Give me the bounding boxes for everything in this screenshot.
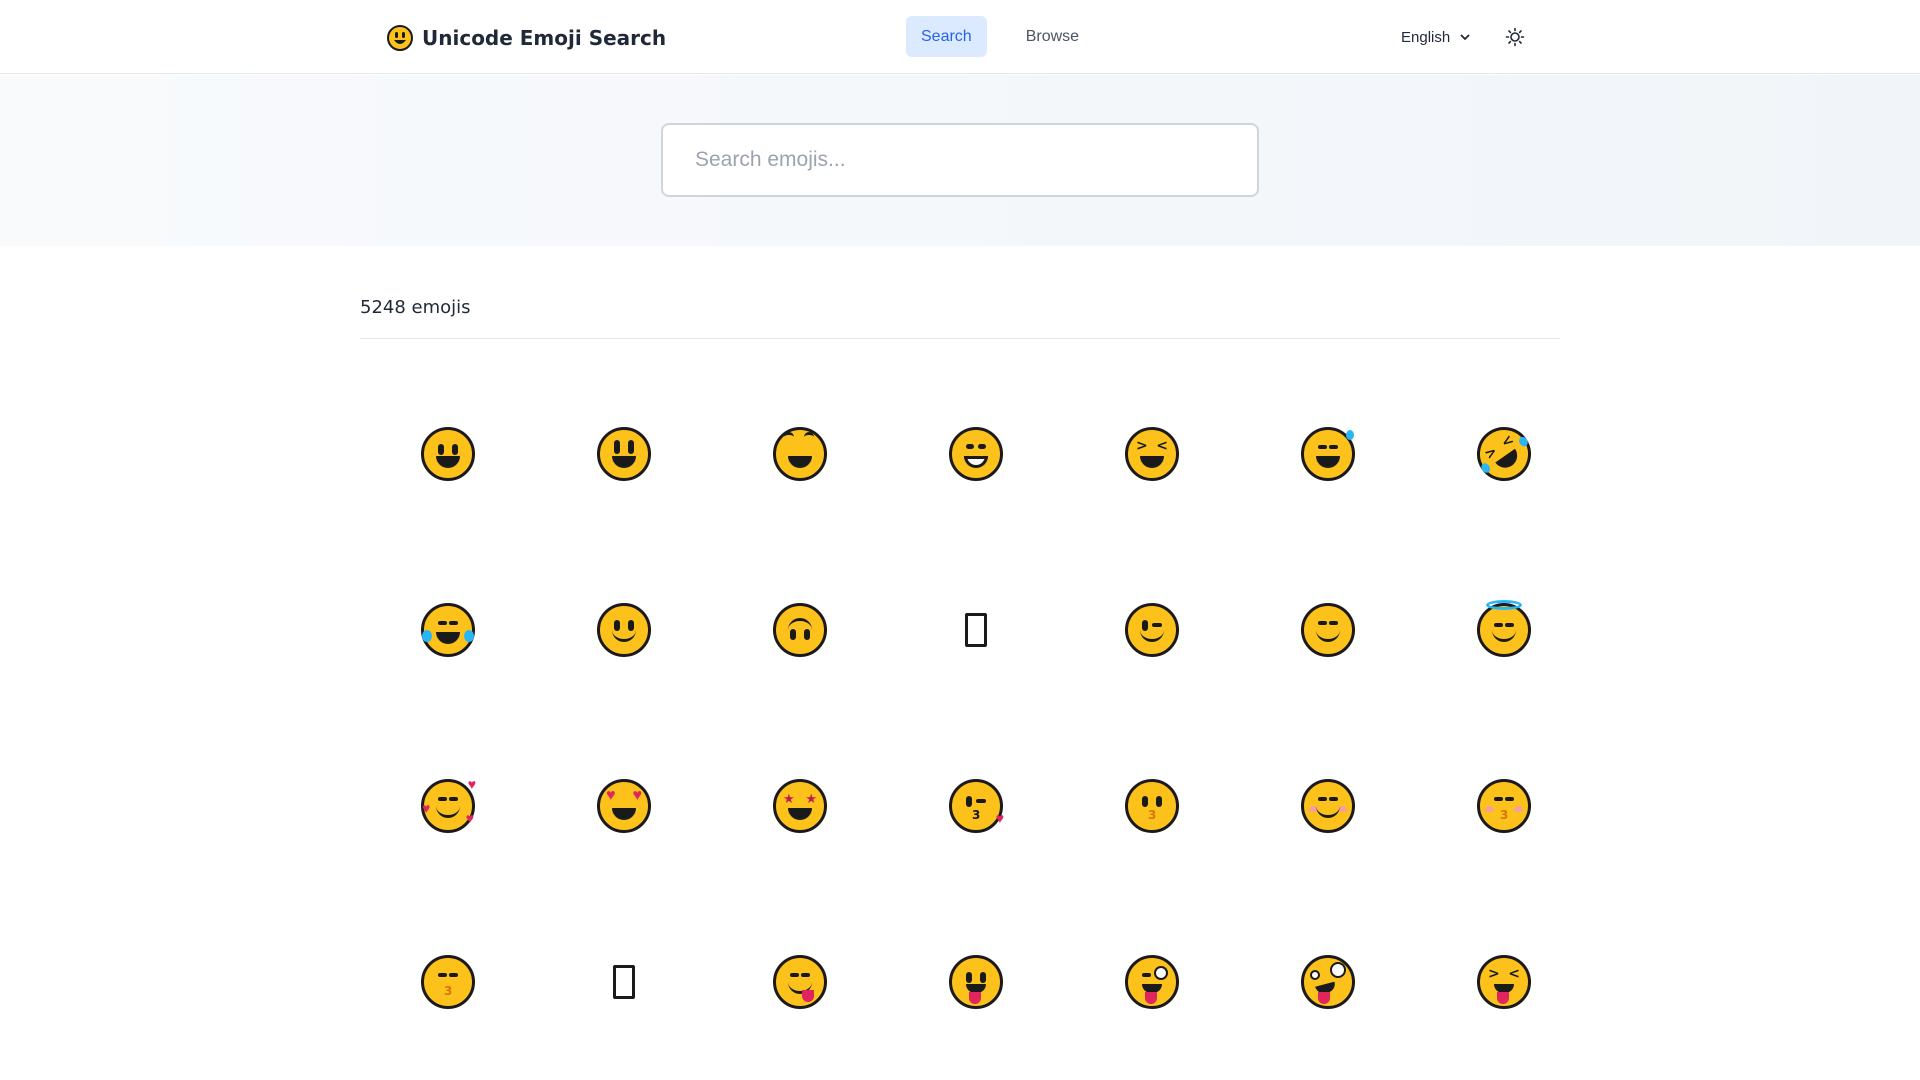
grinning-face-with-big-eyes-icon (597, 427, 651, 481)
emoji-cell[interactable] (1240, 366, 1416, 542)
nav-search-tab[interactable]: Search (906, 16, 987, 57)
emoji-cell[interactable] (712, 894, 888, 1070)
emoji-cell[interactable] (888, 366, 1064, 542)
emoji-cell[interactable] (888, 894, 1064, 1070)
emoji-grid: > < > < ♥ ♥ ♥ ♥ ♥ ★ ★ 3 ♥ 3 3 3 > < (360, 366, 1560, 1070)
kissing-face-icon: 3 (1125, 779, 1179, 833)
emoji-cell[interactable]: ♥ ♥ (536, 718, 712, 894)
results-count: 5248 emojis (360, 297, 471, 318)
nav-browse-tab[interactable]: Browse (1011, 16, 1094, 57)
emoji-cell[interactable] (1064, 542, 1240, 718)
brand-title: Unicode Emoji Search (422, 26, 667, 50)
smiling-face-with-smiling-eyes-icon (1301, 603, 1355, 657)
emoji-cell[interactable] (712, 366, 888, 542)
emoji-cell[interactable] (1416, 542, 1592, 718)
kissing-face-with-closed-eyes-icon: 3 (1477, 779, 1531, 833)
upside-down-face-icon (773, 603, 827, 657)
chevron-down-icon (1460, 34, 1470, 41)
emoji-cell[interactable]: 3 (1064, 718, 1240, 894)
squinting-face-with-tongue-icon: > < (1477, 955, 1531, 1009)
results-divider (360, 338, 1560, 339)
emoji-cell[interactable] (536, 894, 712, 1070)
face-blowing-a-kiss-icon: 3 ♥ (949, 779, 1004, 833)
smiling-face-with-halo-icon (1477, 600, 1531, 657)
grinning-face-with-sweat-icon (1301, 427, 1355, 481)
smiling-face-icon (1301, 779, 1355, 833)
unsupported-glyph-icon (613, 965, 635, 999)
emoji-cell[interactable] (1240, 718, 1416, 894)
language-selector[interactable]: English (1401, 26, 1472, 48)
kissing-face-with-smiling-eyes-icon: 3 (421, 955, 475, 1009)
emoji-cell[interactable]: > < (1064, 366, 1240, 542)
winking-face-icon (1125, 603, 1179, 657)
zany-face-icon (1301, 955, 1355, 1009)
emoji-cell[interactable] (360, 542, 536, 718)
smiling-face-with-hearts-icon: ♥ ♥ ♥ (421, 776, 476, 833)
emoji-cell[interactable]: > < (1416, 894, 1592, 1070)
sun-icon (1505, 27, 1525, 47)
emoji-cell[interactable] (1240, 542, 1416, 718)
unsupported-glyph-icon (965, 613, 987, 647)
search-box (661, 123, 1259, 197)
search-input[interactable] (695, 148, 1225, 172)
face-with-tongue-icon (949, 955, 1003, 1009)
brand-logo-link[interactable]: Unicode Emoji Search (386, 22, 666, 54)
main-nav: Search Browse (906, 16, 1094, 57)
emoji-cell[interactable] (360, 366, 536, 542)
emoji-cell[interactable] (536, 542, 712, 718)
emoji-cell[interactable]: ★ ★ (712, 718, 888, 894)
search-hero (0, 75, 1920, 246)
face-savoring-food-icon (773, 955, 827, 1009)
winking-face-with-tongue-icon (1125, 955, 1179, 1009)
emoji-cell[interactable] (1240, 894, 1416, 1070)
emoji-cell[interactable]: > < (1416, 366, 1592, 542)
star-struck-icon: ★ ★ (773, 779, 827, 833)
slightly-smiling-face-icon (597, 603, 651, 657)
emoji-cell[interactable]: 3 (1416, 718, 1592, 894)
emoji-cell[interactable]: ♥ ♥ ♥ (360, 718, 536, 894)
emoji-cell[interactable] (888, 542, 1064, 718)
emoji-cell[interactable] (712, 542, 888, 718)
grinning-face-logo-icon (387, 25, 413, 51)
emoji-cell[interactable] (536, 366, 712, 542)
emoji-cell[interactable]: 3 ♥ (888, 718, 1064, 894)
grinning-face-icon (421, 427, 475, 481)
face-with-tears-of-joy-icon (421, 603, 475, 657)
emoji-cell[interactable]: 3 (360, 894, 536, 1070)
language-label: English (1401, 28, 1451, 46)
grinning-face-with-smiling-eyes-icon (773, 427, 827, 481)
emoji-cell[interactable] (1064, 894, 1240, 1070)
beaming-face-with-smiling-eyes-icon (949, 427, 1003, 481)
top-navigation-bar: Unicode Emoji Search Search Browse Engli… (0, 0, 1920, 74)
smiling-face-with-heart-eyes-icon: ♥ ♥ (597, 779, 651, 833)
grinning-squinting-face-icon: > < (1125, 427, 1179, 481)
theme-toggle-button[interactable] (1500, 24, 1530, 50)
rolling-on-the-floor-laughing-icon: > < (1466, 416, 1542, 492)
